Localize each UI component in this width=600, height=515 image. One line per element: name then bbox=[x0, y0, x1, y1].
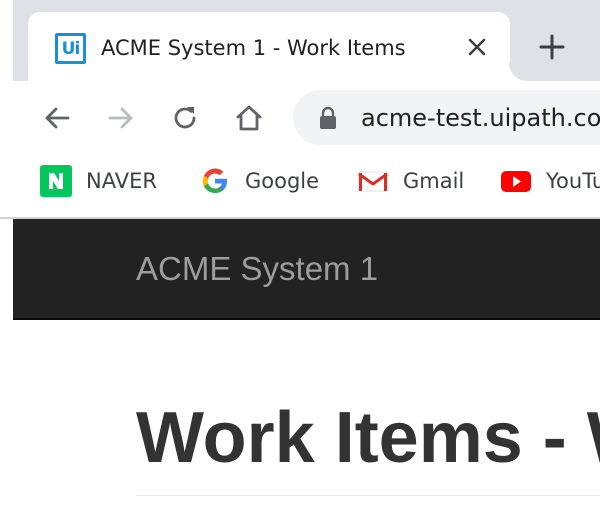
bookmark-google[interactable]: Google bbox=[199, 165, 319, 197]
close-tab-icon[interactable] bbox=[464, 34, 490, 60]
page-title: Work Items - Work Items bbox=[136, 398, 600, 478]
back-arrow-icon[interactable] bbox=[41, 102, 73, 134]
naver-icon bbox=[40, 165, 72, 197]
bookmark-naver[interactable]: NAVER bbox=[40, 165, 157, 197]
uipath-favicon-icon: Ui bbox=[55, 33, 86, 64]
browser-window: Ui ACME System 1 - Work Items acme-test.… bbox=[0, 0, 600, 515]
reload-icon[interactable] bbox=[169, 102, 201, 134]
google-icon bbox=[202, 168, 227, 193]
gmail-icon bbox=[358, 171, 388, 192]
bookmark-label: Google bbox=[245, 169, 320, 193]
youtube-icon bbox=[501, 171, 531, 192]
page-margin bbox=[0, 219, 13, 515]
tab-curve bbox=[509, 63, 527, 81]
tab-title: ACME System 1 - Work Items bbox=[101, 36, 406, 60]
lock-icon[interactable] bbox=[318, 106, 338, 130]
tab-strip-edge bbox=[0, 0, 13, 81]
bookmark-label: NAVER bbox=[86, 169, 157, 193]
new-tab-icon[interactable] bbox=[535, 30, 569, 64]
bookmark-label: Gmail bbox=[403, 169, 465, 193]
bookmark-label: YouTube bbox=[546, 169, 600, 193]
bookmark-youtube[interactable]: YouTube bbox=[500, 165, 600, 197]
heading-divider bbox=[136, 495, 600, 496]
forward-arrow-icon[interactable] bbox=[105, 102, 137, 134]
home-icon[interactable] bbox=[233, 102, 265, 134]
bookmark-gmail[interactable]: Gmail bbox=[357, 165, 464, 197]
address-bar-url[interactable]: acme-test.uipath.com bbox=[361, 101, 600, 135]
site-brand-link[interactable]: ACME System 1 bbox=[136, 248, 378, 290]
